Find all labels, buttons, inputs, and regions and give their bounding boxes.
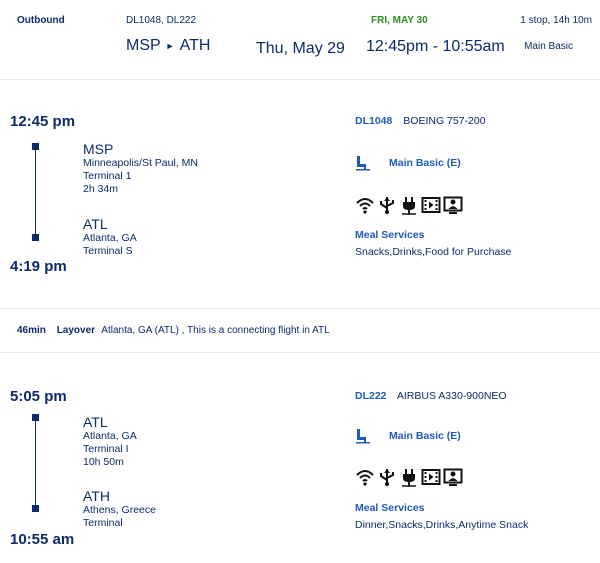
segment-timeline: [32, 414, 40, 512]
wifi-icon: [356, 198, 374, 214]
airport-terminal: Terminal S: [83, 245, 133, 257]
layover-duration: 46min: [17, 325, 46, 336]
origin-airport: MSP Minneapolis/St Paul, MN Terminal 1 2…: [83, 141, 198, 196]
seatback-screen-icon: [443, 196, 463, 214]
airport-code: ATH: [83, 488, 110, 504]
timeline-start-marker: [32, 414, 39, 421]
ac-power-icon: [402, 197, 416, 215]
cabin-row: Main Basic (E): [355, 428, 461, 444]
timeline-start-marker: [32, 143, 39, 150]
meal-services-list: Snacks,Drinks,Food for Purchase: [355, 246, 512, 258]
flight-numbers: DL1048, DL222: [126, 15, 197, 26]
wifi-icon: [356, 470, 374, 486]
meal-services-list: Dinner,Snacks,Drinks,Anytime Snack: [355, 519, 529, 531]
departure-date: Thu, May 29: [256, 40, 345, 57]
origin-airport: ATL Atlanta, GA Terminal I 10h 50m: [83, 414, 137, 469]
destination-airport: ATH Athens, Greece Terminal: [83, 488, 156, 530]
timeline-line: [35, 150, 36, 238]
destination-airport: ATL Atlanta, GA Terminal S: [83, 216, 137, 258]
cabin-class-label: Main Basic (E): [389, 430, 461, 442]
usb-power-icon: [380, 469, 394, 486]
aircraft-type: AIRBUS A330-900NEO: [396, 390, 507, 402]
arrival-date: FRI, MAY 30: [371, 15, 428, 26]
flight-duration: 2h 34m: [83, 183, 119, 195]
route: MSP ► ATH: [126, 37, 210, 55]
departure-time: 5:05 pm: [10, 388, 67, 405]
flight-number-link[interactable]: DL222: [355, 390, 387, 402]
amenities-row: [355, 195, 463, 215]
seat-icon: [356, 429, 370, 444]
stops-duration: 1 stop, 14h 10m: [520, 15, 592, 26]
timeline-line: [35, 421, 36, 509]
layover-label: Layover: [56, 325, 96, 336]
seatback-screen-icon: [443, 468, 463, 486]
timeline-end-marker: [32, 505, 39, 512]
video-icon: [421, 469, 441, 485]
segment-timeline: [32, 143, 40, 241]
flight-details: DL222 AIRBUS A330-900NEO Main Basic (E): [355, 385, 595, 563]
cabin-class-label: Main Basic (E): [389, 157, 461, 169]
arrival-time: 10:55 am: [10, 531, 75, 548]
airport-city: Atlanta, GA: [83, 232, 137, 244]
layover-description: Atlanta, GA (ATL) , This is a connecting…: [101, 325, 330, 336]
arrival-time: 4:19 pm: [10, 258, 67, 275]
aircraft-type: BOEING 757-200: [403, 115, 486, 127]
flight-segment: 5:05 pm ATL Atlanta, GA Terminal I 10h 5…: [0, 385, 600, 563]
airport-terminal: Terminal 1: [83, 170, 132, 182]
route-destination: ATH: [179, 37, 211, 54]
meal-services-title: Meal Services: [355, 502, 425, 514]
airport-code: MSP: [83, 141, 114, 157]
flight-info: DL222 AIRBUS A330-900NEO: [355, 390, 507, 402]
airport-city: Minneapolis/St Paul, MN: [83, 157, 198, 169]
timeline-end-marker: [32, 234, 39, 241]
layover-banner: 46min Layover Atlanta, GA (ATL) , This i…: [0, 308, 600, 353]
departure-time: 12:45 pm: [10, 113, 76, 130]
route-arrow-icon: ►: [165, 41, 175, 51]
airport-terminal: Terminal: [83, 517, 123, 529]
flight-number-link[interactable]: DL1048: [355, 115, 392, 127]
airport-city: Atlanta, GA: [83, 430, 137, 442]
seat-icon: [356, 156, 370, 171]
video-icon: [421, 197, 441, 213]
airport-terminal: Terminal I: [83, 443, 129, 455]
flight-details: DL1048 BOEING 757-200 Main Basic (E) Mea…: [355, 110, 595, 310]
airport-code: ATL: [83, 414, 108, 430]
cabin-row: Main Basic (E): [355, 155, 461, 171]
ac-power-icon: [402, 469, 416, 487]
direction-label: Outbound: [17, 15, 65, 26]
flight-segment: 12:45 pm MSP Minneapolis/St Paul, MN Ter…: [0, 110, 600, 310]
trip-summary-header: Outbound DL1048, DL222 FRI, MAY 30 1 sto…: [0, 0, 600, 80]
cabin-class: Main Basic: [524, 41, 573, 52]
flight-duration: 10h 50m: [83, 456, 124, 468]
amenities-row: [355, 467, 463, 487]
usb-power-icon: [380, 197, 394, 214]
trip-times: 12:45pm - 10:55am: [366, 38, 505, 55]
meal-services-title: Meal Services: [355, 229, 425, 241]
airport-code: ATL: [83, 216, 108, 232]
flight-info: DL1048 BOEING 757-200: [355, 115, 486, 127]
airport-city: Athens, Greece: [83, 504, 156, 516]
route-origin: MSP: [126, 37, 161, 54]
layover-info: 46min Layover Atlanta, GA (ATL) , This i…: [17, 325, 330, 336]
